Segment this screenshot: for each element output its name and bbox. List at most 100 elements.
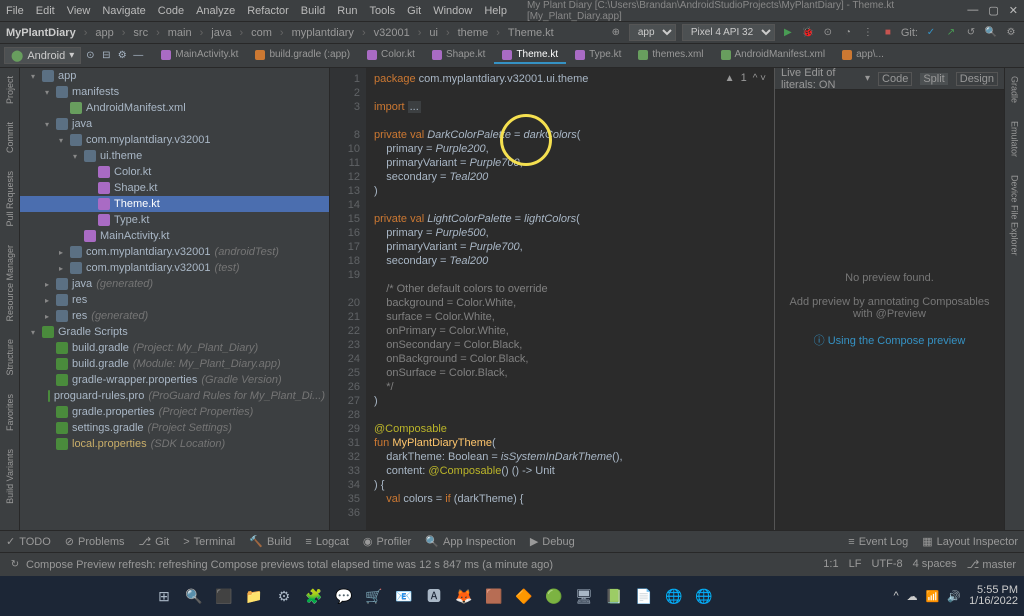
run-icon[interactable]: ▶	[781, 26, 795, 40]
taskbar-icon[interactable]: ⚙	[270, 582, 298, 610]
tree-item[interactable]: MainActivity.kt	[20, 228, 329, 244]
tree-item[interactable]: Theme.kt	[20, 196, 329, 212]
taskbar-icon[interactable]: 🔍	[180, 582, 208, 610]
breadcrumb-item[interactable]: ui	[429, 27, 438, 39]
breadcrumb-item[interactable]: v32001	[374, 27, 410, 39]
bottom-App Inspection[interactable]: 🔍App Inspection	[425, 535, 515, 548]
minimize-icon[interactable]: —	[967, 4, 978, 17]
taskbar-icon[interactable]: 🟢	[540, 582, 568, 610]
bottom-Logcat[interactable]: ≡Logcat	[305, 536, 348, 548]
leftrail-Pull Requests[interactable]: Pull Requests	[5, 171, 15, 227]
tree-item[interactable]: ▾ui.theme	[20, 148, 329, 164]
vcs-update-icon[interactable]: ✓	[924, 26, 938, 40]
tree-item[interactable]: ▾manifests	[20, 84, 329, 100]
attach-icon[interactable]: ⋮	[861, 26, 875, 40]
tree-item[interactable]: ▾com.myplantdiary.v32001	[20, 132, 329, 148]
menu-run[interactable]: Run	[337, 5, 357, 17]
close-icon[interactable]: ✕	[1009, 4, 1018, 17]
rightrail-Emulator[interactable]: Emulator	[1010, 121, 1020, 157]
menu-tools[interactable]: Tools	[369, 5, 395, 17]
taskbar-icon[interactable]: 📗	[600, 582, 628, 610]
breadcrumb-item[interactable]: com	[251, 27, 272, 39]
bottom-Profiler[interactable]: ◉Profiler	[363, 535, 411, 548]
rightrail-Device File Explorer[interactable]: Device File Explorer	[1010, 175, 1020, 256]
bottom-Event Log[interactable]: ≡Event Log	[848, 535, 908, 548]
tree-item[interactable]: ▾app	[20, 68, 329, 84]
leftrail-Project[interactable]: Project	[5, 76, 15, 104]
leftrail-Favorites[interactable]: Favorites	[5, 394, 15, 431]
breadcrumb-item[interactable]: src	[133, 27, 148, 39]
menu-build[interactable]: Build	[301, 5, 325, 17]
taskbar-icon[interactable]: 🖥	[570, 582, 598, 610]
taskbar-icon[interactable]: ⬛	[210, 582, 238, 610]
tree-item[interactable]: gradle.properties (Project Properties)	[20, 404, 329, 420]
tree-item[interactable]: build.gradle (Project: My_Plant_Diary)	[20, 340, 329, 356]
run-config-select[interactable]: app	[629, 24, 676, 41]
leftrail-Resource Manager[interactable]: Resource Manager	[5, 245, 15, 322]
android-view-select[interactable]: ⬤ Android ▾	[4, 47, 81, 64]
bottom-Git[interactable]: ⎇Git	[138, 535, 169, 548]
tree-item[interactable]: build.gradle (Module: My_Plant_Diary.app…	[20, 356, 329, 372]
taskbar-icon[interactable]: 🧩	[300, 582, 328, 610]
breadcrumb-item[interactable]: app	[95, 27, 113, 39]
taskbar-icon[interactable]: ⊞	[150, 582, 178, 610]
taskbar-icon[interactable]: 🌐	[660, 582, 688, 610]
status-segment[interactable]: 4 spaces	[913, 558, 957, 571]
tree-item[interactable]: ▸res	[20, 292, 329, 308]
scroll-from-source-icon[interactable]: ⊙	[83, 49, 97, 63]
tree-item[interactable]: ▸java (generated)	[20, 276, 329, 292]
breadcrumb-item[interactable]: myplantdiary	[292, 27, 354, 39]
inspection-indicator[interactable]: ▲1 ^ ˅	[725, 72, 766, 84]
preview-help-link[interactable]: ⓘ Using the Compose preview	[814, 332, 966, 348]
tab-Type.kt[interactable]: Type.kt	[567, 47, 629, 64]
tray-expand-icon[interactable]: ^	[893, 590, 898, 602]
status-segment[interactable]: ⎇ master	[967, 558, 1016, 571]
tree-item[interactable]: ▸res (generated)	[20, 308, 329, 324]
code-view-button[interactable]: Code	[878, 72, 912, 86]
tree-item[interactable]: settings.gradle (Project Settings)	[20, 420, 329, 436]
taskbar-icon[interactable]: 🌐	[690, 582, 718, 610]
tree-item[interactable]: ▾java	[20, 116, 329, 132]
menu-git[interactable]: Git	[407, 5, 421, 17]
tray-cloud-icon[interactable]: ☁	[907, 590, 918, 603]
taskbar-icon[interactable]: 💬	[330, 582, 358, 610]
leftrail-Structure[interactable]: Structure	[5, 339, 15, 376]
tree-item[interactable]: AndroidManifest.xml	[20, 100, 329, 116]
tray-wifi-icon[interactable]: 📶	[926, 590, 940, 603]
breadcrumb-item[interactable]: main	[168, 27, 192, 39]
bottom-Debug[interactable]: ▶Debug	[530, 535, 575, 548]
vcs-push-icon[interactable]: ↗	[944, 26, 958, 40]
breadcrumb-item[interactable]: theme	[458, 27, 489, 39]
menu-code[interactable]: Code	[158, 5, 184, 17]
taskbar-icon[interactable]: 📄	[630, 582, 658, 610]
collapse-icon[interactable]: ⊟	[99, 49, 113, 63]
taskbar-icon[interactable]: 📁	[240, 582, 268, 610]
status-segment[interactable]: 1:1	[823, 558, 838, 571]
tab-Shape.kt[interactable]: Shape.kt	[424, 47, 493, 64]
bottom-TODO[interactable]: ✓TODO	[6, 535, 51, 548]
menu-file[interactable]: File	[6, 5, 24, 17]
status-segment[interactable]: LF	[849, 558, 862, 571]
tree-item[interactable]: local.properties (SDK Location)	[20, 436, 329, 452]
breadcrumb-item[interactable]: java	[211, 27, 231, 39]
stop-icon[interactable]: ■	[881, 26, 895, 40]
device-select[interactable]: Pixel 4 API 32	[682, 24, 775, 41]
tree-item[interactable]: ▾Gradle Scripts	[20, 324, 329, 340]
menu-window[interactable]: Window	[433, 5, 472, 17]
settings-icon[interactable]: ⚙	[1004, 26, 1018, 40]
taskbar-icon[interactable]: 🔶	[510, 582, 538, 610]
taskbar-icon[interactable]: 📧	[390, 582, 418, 610]
menu-view[interactable]: View	[67, 5, 91, 17]
breadcrumb-item[interactable]: MyPlantDiary	[6, 27, 76, 39]
bottom-Terminal[interactable]: >Terminal	[183, 536, 235, 548]
add-config-icon[interactable]: ⊕	[609, 26, 623, 40]
tree-item[interactable]: Color.kt	[20, 164, 329, 180]
tab-Theme.kt[interactable]: Theme.kt	[494, 47, 566, 64]
debug-icon[interactable]: 🐞	[801, 26, 815, 40]
split-view-button[interactable]: Split	[920, 73, 947, 85]
search-icon[interactable]: 🔍	[984, 26, 998, 40]
taskbar-icon[interactable]: 🛒	[360, 582, 388, 610]
taskbar-icon[interactable]: 🟫	[480, 582, 508, 610]
tab-app\...[interactable]: app\...	[834, 47, 892, 64]
tree-item[interactable]: proguard-rules.pro (ProGuard Rules for M…	[20, 388, 329, 404]
